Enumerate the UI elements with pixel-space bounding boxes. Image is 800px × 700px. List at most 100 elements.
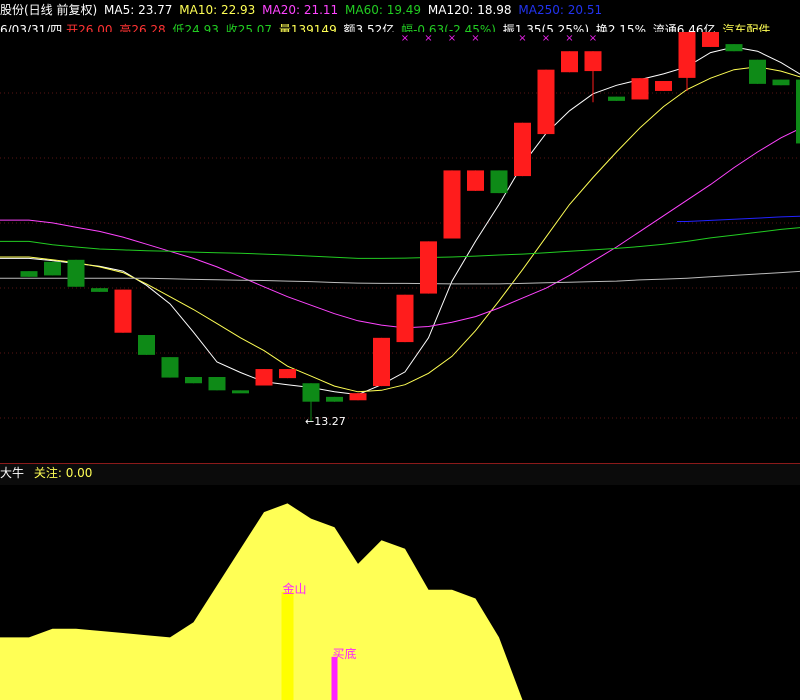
candle-body: [561, 51, 578, 73]
change: 幅-0.63(-2.45%): [401, 23, 496, 32]
candle-body: [349, 393, 367, 401]
candle[interactable]: [443, 170, 461, 239]
candle-body: [772, 79, 790, 86]
signal-marker: ×: [471, 33, 479, 44]
candle[interactable]: [67, 259, 85, 287]
candle-body: [44, 261, 61, 276]
amount: 额3.52亿: [343, 23, 395, 32]
candle[interactable]: [396, 294, 414, 343]
candle[interactable]: [631, 78, 649, 100]
bar-date: 6/03/31/四: [0, 23, 63, 32]
candle-body: [67, 259, 85, 287]
ma60-line: [0, 225, 800, 259]
close-price: 收25.07: [225, 23, 273, 32]
candle[interactable]: [44, 261, 61, 276]
volume: 量139149: [278, 23, 337, 32]
candle-body: [537, 69, 555, 135]
low-price-annotation: ←13.27: [305, 415, 346, 428]
signal-marker: ×: [589, 33, 597, 44]
signal-marker: ×: [518, 33, 526, 44]
stock-info-header: 股份(日线 前复权) MA5: 23.77 MA10: 22.93 MA20: …: [0, 0, 800, 32]
candle-body: [514, 122, 531, 177]
candle-body: [138, 335, 155, 355]
sector-link[interactable]: 汽车配件: [722, 23, 770, 32]
candle-body: [20, 271, 38, 277]
high-price: 高26.28: [119, 23, 166, 32]
indicator-chart[interactable]: 金山买底: [0, 484, 800, 700]
candle[interactable]: [561, 51, 578, 73]
candle-body: [467, 170, 484, 191]
candle[interactable]: [467, 170, 484, 191]
price-chart[interactable]: ←13.27 × × × × × × × ×: [0, 0, 800, 463]
candle-body: [796, 79, 800, 144]
candle-body: [185, 377, 202, 384]
candle-body: [255, 369, 273, 386]
signal-marker: ×: [542, 33, 550, 44]
candle[interactable]: [373, 337, 390, 387]
candle-body: [655, 81, 672, 91]
ma60-value: MA60: 19.49: [345, 3, 422, 17]
candle[interactable]: [749, 59, 766, 84]
signal-label-jinshan: 金山: [283, 581, 307, 596]
ma120-value: MA120: 18.98: [427, 3, 512, 17]
candle-body: [161, 357, 179, 378]
candle-body: [725, 44, 743, 52]
candle[interactable]: [161, 357, 179, 378]
ma10-value: MA10: 22.93: [179, 3, 256, 17]
candle[interactable]: [420, 241, 437, 294]
candle[interactable]: [584, 51, 602, 103]
candle-body: [420, 241, 437, 294]
ma5-value: MA5: 23.77: [104, 3, 173, 17]
candle[interactable]: [114, 289, 132, 333]
indicator-focus: 关注: 0.00: [33, 466, 93, 480]
indicator-name[interactable]: 大牛: [0, 466, 24, 480]
candle[interactable]: [255, 369, 273, 386]
candle-body: [208, 377, 226, 391]
open-price: 开26.00: [66, 23, 113, 32]
candle[interactable]: [772, 79, 790, 86]
ma250-line: [677, 215, 800, 222]
signal-label-maidi: 买底: [333, 646, 357, 661]
candle-body: [608, 96, 625, 101]
candle[interactable]: [138, 335, 155, 355]
amplitude: 振1.35(5.25%): [502, 23, 590, 32]
candle[interactable]: [725, 44, 743, 52]
turnover: 换2.15%: [595, 23, 646, 32]
candle-body: [373, 337, 390, 387]
candle-body: [326, 396, 343, 402]
signal-marker: ×: [448, 33, 456, 44]
ma250-value: MA250: 20.51: [518, 3, 603, 17]
candle-body: [91, 288, 108, 292]
candle[interactable]: [279, 369, 296, 379]
candle[interactable]: [326, 396, 343, 402]
candle[interactable]: [514, 122, 531, 177]
candle-body: [302, 383, 320, 402]
candle-body: [631, 78, 649, 100]
candle-body: [443, 170, 461, 239]
signal-bar-maidi: [331, 656, 338, 700]
candle[interactable]: [537, 69, 555, 135]
candle-body: [396, 294, 414, 343]
candle-body: [584, 51, 602, 72]
ma20-value: MA20: 21.11: [262, 3, 339, 17]
candle[interactable]: [490, 170, 508, 194]
signal-marker: ×: [424, 33, 432, 44]
candle[interactable]: [608, 96, 625, 101]
indicator-header: 大牛 关注: 0.00: [0, 464, 800, 485]
candle[interactable]: [91, 288, 108, 292]
candle[interactable]: [185, 377, 202, 384]
candle[interactable]: [349, 393, 367, 401]
signal-marker: ×: [401, 33, 409, 44]
ma5-line: [0, 46, 800, 396]
candle-body: [279, 369, 296, 379]
candle[interactable]: [208, 377, 226, 391]
candle-body: [114, 289, 132, 333]
candle[interactable]: [655, 81, 672, 91]
candle[interactable]: [796, 79, 800, 144]
candle-body: [490, 170, 508, 194]
candle-body: [232, 390, 249, 394]
candle-body: [749, 59, 766, 84]
candle[interactable]: [232, 390, 249, 394]
indicator-area: [0, 503, 800, 700]
candle[interactable]: [20, 271, 38, 277]
